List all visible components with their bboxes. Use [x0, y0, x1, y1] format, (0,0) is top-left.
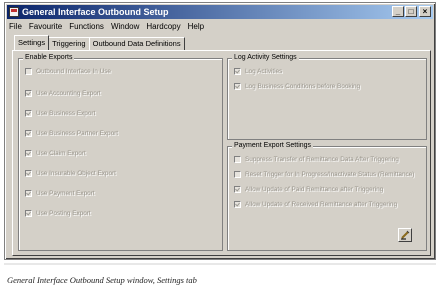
checkbox-label: Suppress Transfer of Remittance Data Aft…: [245, 156, 399, 163]
checkbox-box[interactable]: [234, 186, 241, 193]
checkbox-label: Allow Update of Paid Remittance after Tr…: [245, 186, 384, 193]
menu-window[interactable]: Window: [111, 22, 139, 34]
checkbox-label: Use Insurable Object Export: [36, 170, 116, 177]
checkbox-log-activities[interactable]: Log Activities: [234, 68, 282, 75]
menu-hardcopy[interactable]: Hardcopy: [146, 22, 180, 34]
checkbox-box[interactable]: [25, 68, 32, 75]
checkbox-box[interactable]: [25, 170, 32, 177]
checkbox-box[interactable]: [234, 68, 241, 75]
checkbox-label: Use Business Export: [36, 110, 96, 117]
log-activity-settings-group: Log Activity Settings Log Activities Log…: [227, 54, 427, 140]
checkbox-allow-update-paid[interactable]: Allow Update of Paid Remittance after Tr…: [234, 186, 383, 193]
edit-button[interactable]: [398, 228, 412, 242]
enable-exports-group: Enable Exports Outbound Interface In Use…: [18, 54, 223, 251]
checkbox-box[interactable]: [234, 156, 241, 163]
enable-exports-title: Enable Exports: [23, 54, 75, 61]
tab-settings[interactable]: Settings: [14, 35, 50, 50]
checkbox-use-posting-export[interactable]: Use Posting Export: [25, 210, 91, 217]
checkbox-box[interactable]: [25, 190, 32, 197]
checkbox-label: Reset Trigger for In Progress/Inactivate…: [245, 171, 415, 178]
menu-functions[interactable]: Functions: [69, 22, 104, 34]
checkbox-label: Use Payment Export: [36, 190, 95, 197]
maximize-button[interactable]: □: [405, 6, 417, 17]
checkbox-label: Use Claim Export: [36, 150, 86, 157]
checkbox-label: Use Posting Export: [36, 210, 91, 217]
title-bar[interactable]: General Interface Outbound Setup _ □ ×: [7, 5, 433, 19]
window-title: General Interface Outbound Setup: [22, 7, 169, 17]
checkbox-box[interactable]: [25, 110, 32, 117]
checkbox-use-business-export[interactable]: Use Business Export: [25, 110, 95, 117]
checkbox-outbound-interface-in-use[interactable]: Outbound Interface In Use: [25, 68, 111, 75]
menu-help[interactable]: Help: [188, 22, 204, 34]
checkbox-use-insurable-object-export[interactable]: Use Insurable Object Export: [25, 170, 116, 177]
checkbox-label: Use Business Partner Export: [36, 130, 119, 137]
checkbox-label: Outbound Interface In Use: [36, 68, 111, 75]
menu-bar: File Favourite Functions Window Hardcopy…: [9, 22, 204, 34]
checkbox-use-accounting-export[interactable]: Use Accounting Export: [25, 90, 101, 97]
settings-panel: Enable Exports Outbound Interface In Use…: [12, 50, 431, 256]
checkbox-box[interactable]: [25, 130, 32, 137]
payment-export-settings-group: Payment Export Settings Suppress Transfe…: [227, 142, 427, 251]
figure-caption: General Interface Outbound Setup window,…: [7, 275, 197, 285]
checkbox-label: Log Activities: [245, 68, 283, 75]
minimize-button[interactable]: _: [392, 6, 404, 17]
app-icon: [9, 7, 19, 17]
tab-strip: Settings Triggering Outbound Data Defini…: [14, 35, 185, 50]
menu-file[interactable]: File: [9, 22, 22, 34]
checkbox-use-business-partner-export[interactable]: Use Business Partner Export: [25, 130, 118, 137]
log-activity-settings-title: Log Activity Settings: [232, 54, 299, 61]
checkbox-label: Allow Update of Received Remittance afte…: [245, 201, 398, 208]
edit-pencil-icon: [401, 230, 410, 240]
window-controls: _ □ ×: [391, 6, 431, 17]
checkbox-log-business-conditions[interactable]: Log Business Conditions before Booking: [234, 83, 360, 90]
checkbox-use-payment-export[interactable]: Use Payment Export: [25, 190, 95, 197]
tab-outbound-data-definitions[interactable]: Outbound Data Definitions: [88, 37, 185, 50]
checkbox-label: Use Accounting Export: [36, 90, 101, 97]
checkbox-box[interactable]: [25, 150, 32, 157]
tab-triggering[interactable]: Triggering: [48, 37, 90, 50]
checkbox-box[interactable]: [234, 171, 241, 178]
checkbox-box[interactable]: [25, 210, 32, 217]
checkbox-label: Log Business Conditions before Booking: [245, 83, 361, 90]
checkbox-suppress-transfer[interactable]: Suppress Transfer of Remittance Data Aft…: [234, 156, 399, 163]
application-window: General Interface Outbound Setup _ □ × F…: [4, 2, 436, 260]
checkbox-box[interactable]: [234, 201, 241, 208]
checkbox-box[interactable]: [25, 90, 32, 97]
payment-export-settings-title: Payment Export Settings: [232, 142, 314, 149]
checkbox-reset-trigger[interactable]: Reset Trigger for In Progress/Inactivate…: [234, 171, 414, 178]
checkbox-box[interactable]: [234, 83, 241, 90]
close-button[interactable]: ×: [419, 6, 431, 17]
checkbox-allow-update-received[interactable]: Allow Update of Received Remittance afte…: [234, 201, 397, 208]
divider: [4, 263, 436, 265]
menu-favourite[interactable]: Favourite: [29, 22, 62, 34]
checkbox-use-claim-export[interactable]: Use Claim Export: [25, 150, 86, 157]
